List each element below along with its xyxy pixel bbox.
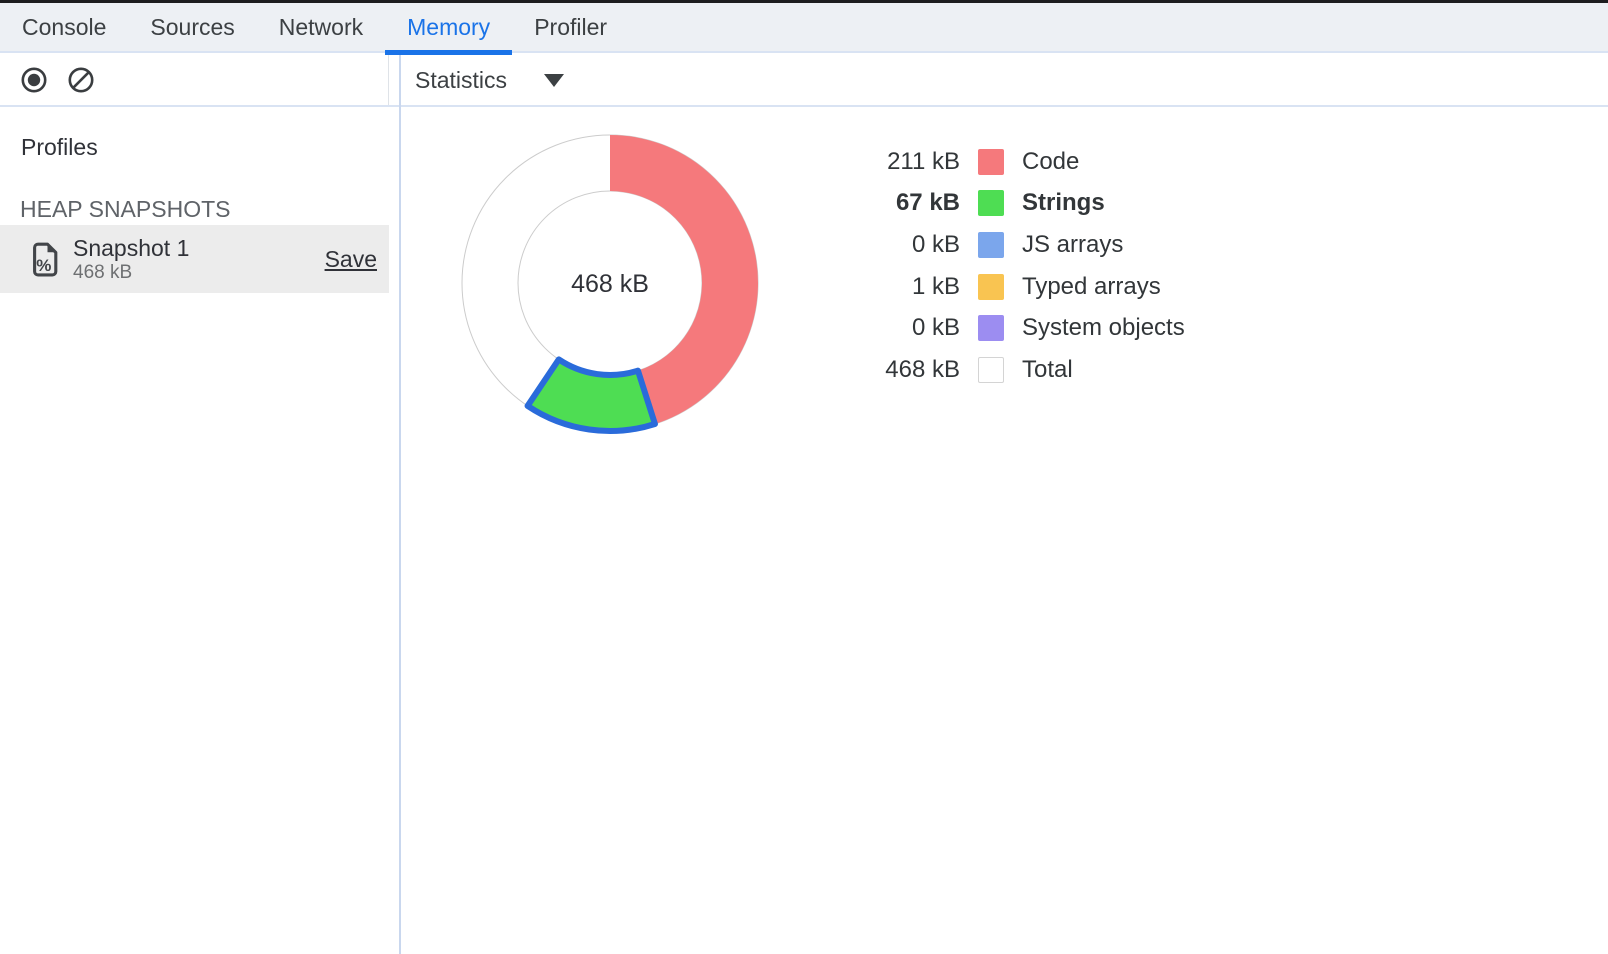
heap-donut-chart: 468 kB <box>445 118 775 448</box>
donut-slice-strings[interactable] <box>528 359 655 431</box>
legend-value: 0 kB <box>872 231 960 259</box>
legend-value: 468 kB <box>872 356 960 384</box>
statistics-view: 468 kB 211 kB Code 67 kB Strings 0 kB JS… <box>401 107 1608 954</box>
legend-value: 211 kB <box>872 148 960 176</box>
legend-label: System objects <box>1022 314 1185 342</box>
profiles-toolbar <box>0 55 389 105</box>
perspective-dropdown[interactable]: Statistics <box>415 67 564 94</box>
tab-memory[interactable]: Memory <box>385 3 512 51</box>
legend-label: Total <box>1022 356 1073 384</box>
legend-swatch <box>978 149 1004 175</box>
clear-all-profiles-button[interactable] <box>67 66 95 94</box>
legend-swatch <box>978 190 1004 216</box>
view-toolbar: Statistics <box>389 55 1608 105</box>
tab-console[interactable]: Console <box>0 3 128 51</box>
chart-legend: 211 kB Code 67 kB Strings 0 kB JS arrays… <box>872 141 1185 391</box>
legend-label: Strings <box>1022 189 1105 217</box>
legend-swatch <box>978 232 1004 258</box>
legend-swatch <box>978 357 1004 383</box>
snapshot-name: Snapshot 1 <box>73 235 189 262</box>
legend-label: Typed arrays <box>1022 273 1161 301</box>
legend-value: 67 kB <box>872 189 960 217</box>
perspective-dropdown-value: Statistics <box>415 67 507 94</box>
legend-row-system-objects[interactable]: 0 kB System objects <box>872 307 1185 349</box>
legend-row-total[interactable]: 468 kB Total <box>872 349 1185 391</box>
legend-value: 0 kB <box>872 314 960 342</box>
save-snapshot-link[interactable]: Save <box>325 246 379 273</box>
heap-snapshots-section-label: HEAP SNAPSHOTS <box>20 195 389 223</box>
record-icon <box>20 66 48 94</box>
heap-snapshot-document-icon: % <box>33 241 59 278</box>
snapshot-size: 468 kB <box>73 262 189 283</box>
tab-sources[interactable]: Sources <box>128 3 256 51</box>
legend-row-strings[interactable]: 67 kB Strings <box>872 183 1185 225</box>
tab-network[interactable]: Network <box>257 3 385 51</box>
sidebar-title: Profiles <box>21 133 389 161</box>
legend-row-code[interactable]: 211 kB Code <box>872 141 1185 183</box>
legend-swatch <box>978 315 1004 341</box>
legend-swatch <box>978 274 1004 300</box>
block-icon <box>67 66 95 94</box>
snapshot-item[interactable]: % Snapshot 1 468 kB Save <box>0 225 389 293</box>
panel-splitter[interactable] <box>399 55 401 954</box>
donut-center-label: 468 kB <box>571 270 649 298</box>
legend-value: 1 kB <box>872 273 960 301</box>
chevron-down-icon <box>544 74 564 87</box>
snapshot-item-texts: Snapshot 1 468 kB <box>73 235 189 283</box>
devtools-window: Console Sources Network Memory Profiler <box>0 0 1608 954</box>
record-heap-snapshot-button[interactable] <box>20 66 48 94</box>
legend-row-typed-arrays[interactable]: 1 kB Typed arrays <box>872 266 1185 308</box>
legend-row-js-arrays[interactable]: 0 kB JS arrays <box>872 224 1185 266</box>
tab-profiler[interactable]: Profiler <box>512 3 629 51</box>
legend-label: JS arrays <box>1022 231 1123 259</box>
panel-tabbar: Console Sources Network Memory Profiler <box>0 3 1608 53</box>
profiles-sidebar: Profiles HEAP SNAPSHOTS % Snapshot 1 468… <box>0 107 389 954</box>
legend-label: Code <box>1022 148 1079 176</box>
svg-text:%: % <box>36 256 51 275</box>
toolbar: Statistics <box>0 55 1608 107</box>
